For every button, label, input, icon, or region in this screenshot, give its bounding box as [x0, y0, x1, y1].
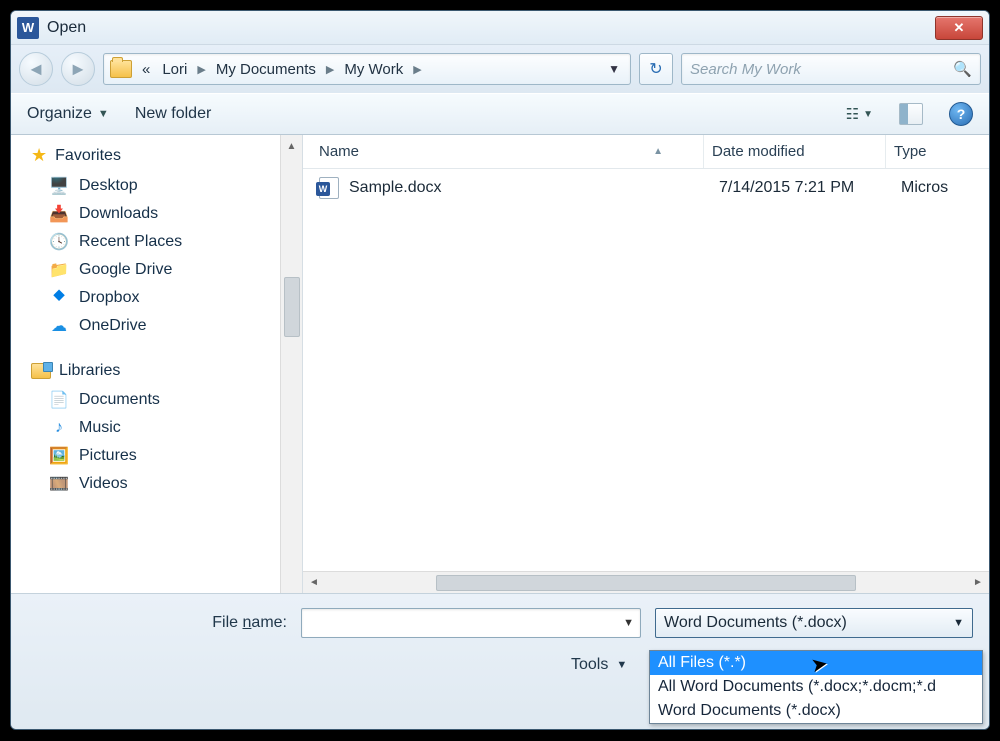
- sidebar-scrollbar[interactable]: ▲: [280, 135, 302, 593]
- filetype-options-list: All Files (*.*) All Word Documents (*.do…: [649, 650, 983, 724]
- word-doc-icon: [319, 177, 339, 199]
- videos-icon: 🎞️: [49, 476, 69, 492]
- sidebar-item-music[interactable]: ♪Music: [31, 414, 298, 442]
- onedrive-icon: ☁: [49, 318, 69, 334]
- filename-label: File name:: [27, 614, 287, 632]
- column-name[interactable]: Name ▲: [303, 143, 703, 160]
- chevron-right-icon: ▶: [326, 63, 334, 76]
- search-placeholder: Search My Work: [690, 61, 801, 78]
- sidebar-item-downloads[interactable]: 📥Downloads: [31, 200, 298, 228]
- close-button[interactable]: ✕: [935, 16, 983, 40]
- scroll-left-icon[interactable]: ◄: [303, 577, 325, 588]
- search-input[interactable]: Search My Work 🔍: [681, 53, 981, 85]
- view-icon: ☷: [846, 105, 859, 123]
- dropbox-icon: ⯁: [49, 290, 69, 306]
- breadcrumb-seg-2[interactable]: My Work: [340, 59, 407, 80]
- sidebar-item-recent[interactable]: 🕓Recent Places: [31, 228, 298, 256]
- organize-button[interactable]: Organize ▼: [27, 105, 109, 123]
- filename-input[interactable]: ▼: [301, 608, 641, 638]
- address-bar[interactable]: « Lori ▶ My Documents ▶ My Work ▶ ▼: [103, 53, 631, 85]
- help-button[interactable]: ?: [949, 102, 973, 126]
- documents-icon: 📄: [49, 392, 69, 408]
- breadcrumb-seg-1[interactable]: My Documents: [212, 59, 320, 80]
- open-dialog: W Open ✕ ◄ ► « Lori ▶ My Documents ▶ My …: [10, 10, 990, 730]
- sidebar-item-desktop[interactable]: 🖥️Desktop: [31, 172, 298, 200]
- chevron-down-icon[interactable]: ▼: [623, 617, 634, 629]
- chevron-down-icon: ▼: [616, 659, 627, 671]
- forward-button[interactable]: ►: [61, 52, 95, 86]
- sidebar-item-gdrive[interactable]: 📁Google Drive: [31, 256, 298, 284]
- libraries-header[interactable]: Libraries: [31, 362, 298, 380]
- recent-icon: 🕓: [49, 234, 69, 250]
- sidebar-item-dropbox[interactable]: ⯁Dropbox: [31, 284, 298, 312]
- sidebar-item-videos[interactable]: 🎞️Videos: [31, 470, 298, 498]
- folder-icon: [110, 60, 132, 78]
- bottom-panel: File name: ▼ Word Documents (*.docx) ▼ T…: [11, 593, 989, 730]
- back-button[interactable]: ◄: [19, 52, 53, 86]
- chevron-right-icon: ▶: [413, 63, 421, 76]
- filetype-selected: Word Documents (*.docx): [664, 614, 847, 632]
- libraries-group: Libraries 📄Documents ♪Music 🖼️Pictures 🎞…: [31, 362, 298, 498]
- address-dropdown[interactable]: ▼: [604, 62, 624, 76]
- chevron-down-icon: ▼: [863, 109, 873, 120]
- scroll-thumb[interactable]: [436, 575, 856, 591]
- preview-pane-button[interactable]: [899, 103, 923, 125]
- chevron-right-icon: ▶: [197, 63, 205, 76]
- pictures-icon: 🖼️: [49, 448, 69, 464]
- refresh-icon: ↻: [649, 59, 662, 79]
- column-headers: Name ▲ Date modified Type: [303, 135, 989, 169]
- libraries-icon: [31, 363, 51, 379]
- file-name: Sample.docx: [349, 179, 719, 197]
- view-options-button[interactable]: ☷ ▼: [846, 105, 873, 123]
- search-icon: 🔍: [953, 60, 972, 78]
- titlebar: W Open ✕: [11, 11, 989, 45]
- file-list-pane: Name ▲ Date modified Type Sample.docx 7/…: [303, 135, 989, 593]
- music-icon: ♪: [49, 420, 69, 436]
- toolbar: Organize ▼ New folder ☷ ▼ ?: [11, 93, 989, 135]
- navigation-row: ◄ ► « Lori ▶ My Documents ▶ My Work ▶ ▼ …: [11, 45, 989, 93]
- window-title: Open: [47, 19, 935, 37]
- breadcrumb-seg-0[interactable]: Lori: [158, 59, 191, 80]
- scroll-thumb[interactable]: [284, 277, 300, 337]
- file-row[interactable]: Sample.docx 7/14/2015 7:21 PM Micros: [303, 169, 989, 207]
- sidebar-item-onedrive[interactable]: ☁OneDrive: [31, 312, 298, 340]
- sidebar-item-documents[interactable]: 📄Documents: [31, 386, 298, 414]
- chevron-down-icon: ▼: [953, 617, 964, 629]
- horizontal-scrollbar[interactable]: ◄ ►: [303, 571, 989, 593]
- favorites-header[interactable]: ★ Favorites: [31, 145, 298, 166]
- filetype-dropdown[interactable]: Word Documents (*.docx) ▼: [655, 608, 973, 638]
- filetype-option[interactable]: All Word Documents (*.docx;*.docm;*.d: [650, 675, 982, 699]
- chevron-down-icon: ▼: [98, 108, 109, 120]
- sidebar-item-pictures[interactable]: 🖼️Pictures: [31, 442, 298, 470]
- scroll-up-icon[interactable]: ▲: [281, 135, 302, 157]
- scroll-right-icon[interactable]: ►: [967, 577, 989, 588]
- body: ★ Favorites 🖥️Desktop 📥Downloads 🕓Recent…: [11, 135, 989, 593]
- refresh-button[interactable]: ↻: [639, 53, 673, 85]
- sort-asc-icon: ▲: [653, 146, 663, 157]
- downloads-icon: 📥: [49, 206, 69, 222]
- sidebar: ★ Favorites 🖥️Desktop 📥Downloads 🕓Recent…: [11, 135, 303, 593]
- word-app-icon: W: [17, 17, 39, 39]
- file-type: Micros: [901, 179, 948, 197]
- desktop-icon: 🖥️: [49, 178, 69, 194]
- new-folder-button[interactable]: New folder: [135, 105, 211, 123]
- filetype-option[interactable]: All Files (*.*): [650, 651, 982, 675]
- arrow-right-icon: ►: [69, 59, 87, 80]
- column-type[interactable]: Type: [885, 135, 989, 168]
- filetype-option[interactable]: Word Documents (*.docx): [650, 699, 982, 723]
- drive-icon: 📁: [49, 262, 69, 278]
- arrow-left-icon: ◄: [27, 59, 45, 80]
- help-icon: ?: [957, 106, 966, 122]
- favorites-group: ★ Favorites 🖥️Desktop 📥Downloads 🕓Recent…: [31, 145, 298, 340]
- star-icon: ★: [31, 145, 47, 166]
- breadcrumb-root[interactable]: «: [138, 59, 154, 80]
- close-icon: ✕: [954, 20, 965, 36]
- column-date[interactable]: Date modified: [703, 135, 885, 168]
- tools-button[interactable]: Tools: [571, 656, 608, 674]
- file-date: 7/14/2015 7:21 PM: [719, 179, 901, 197]
